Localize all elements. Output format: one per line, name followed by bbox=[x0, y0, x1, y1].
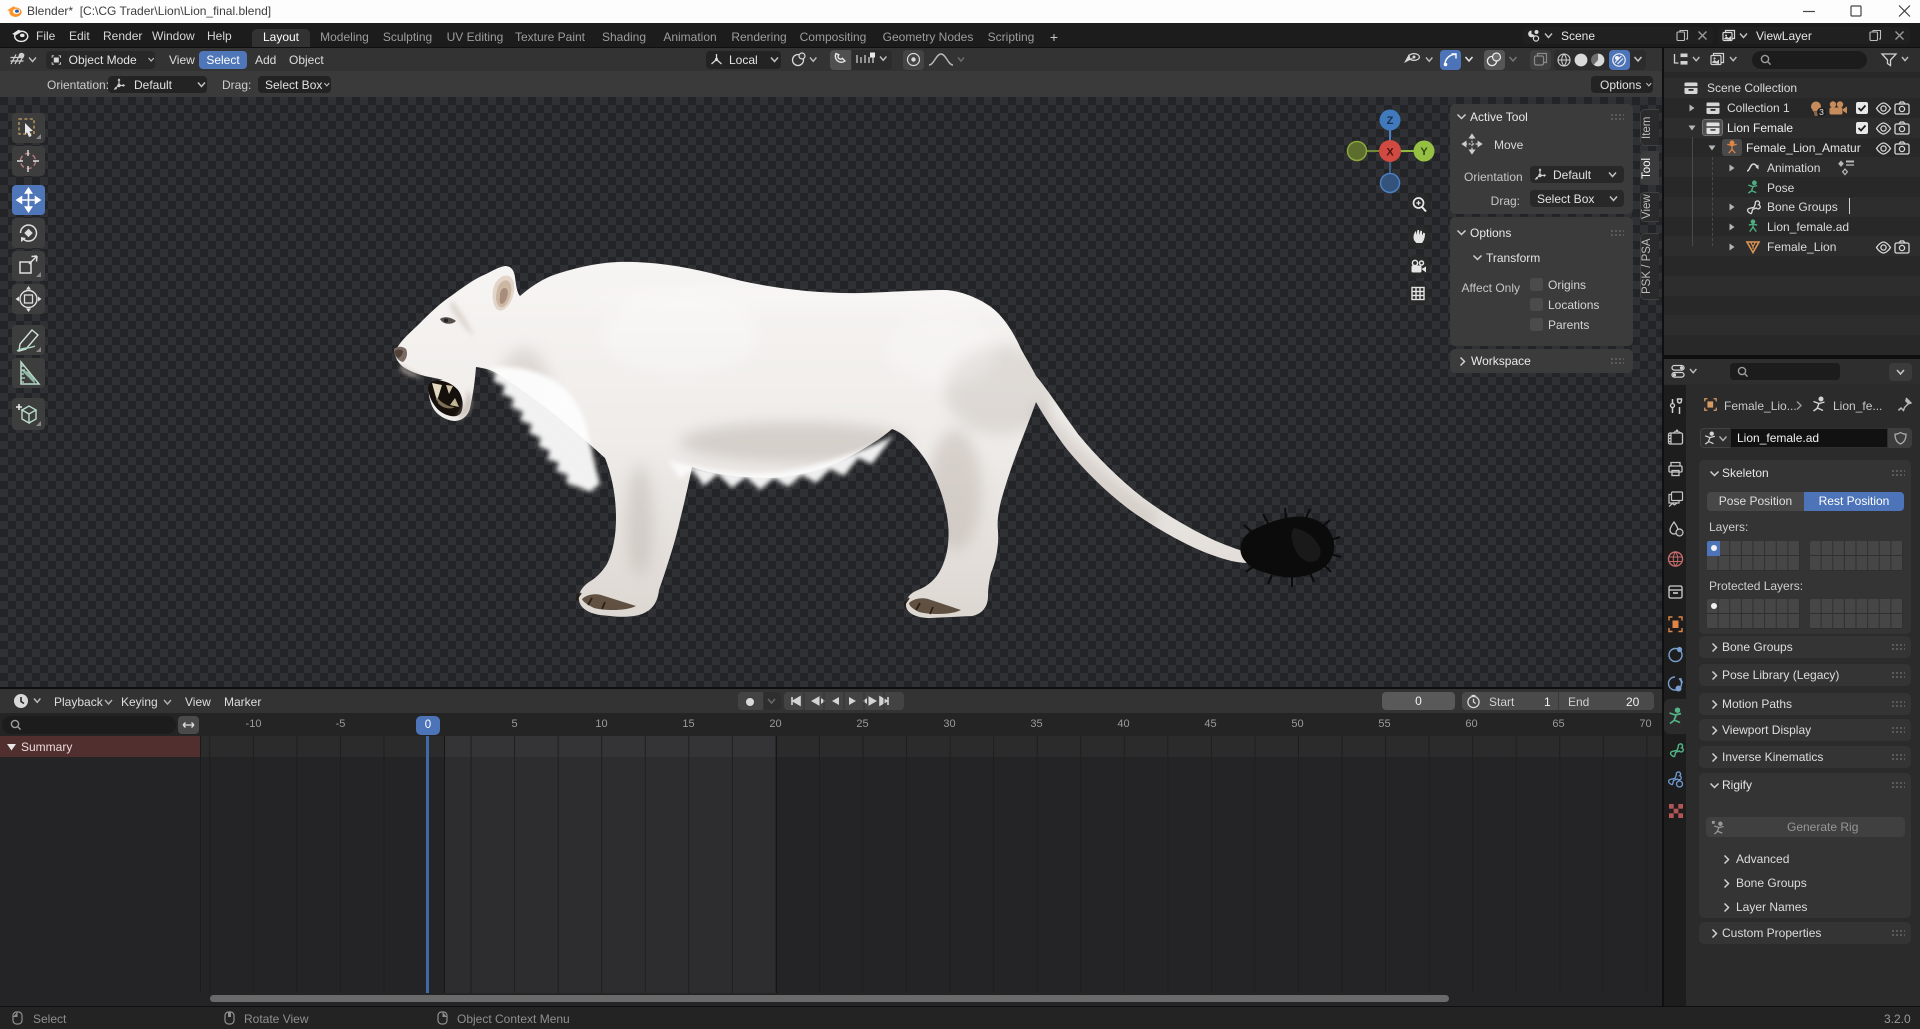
svg-text:3: 3 bbox=[1819, 107, 1824, 117]
svg-text:X: X bbox=[1386, 147, 1394, 159]
svg-text:Y: Y bbox=[1420, 146, 1428, 158]
svg-text:Z: Z bbox=[1387, 115, 1394, 127]
